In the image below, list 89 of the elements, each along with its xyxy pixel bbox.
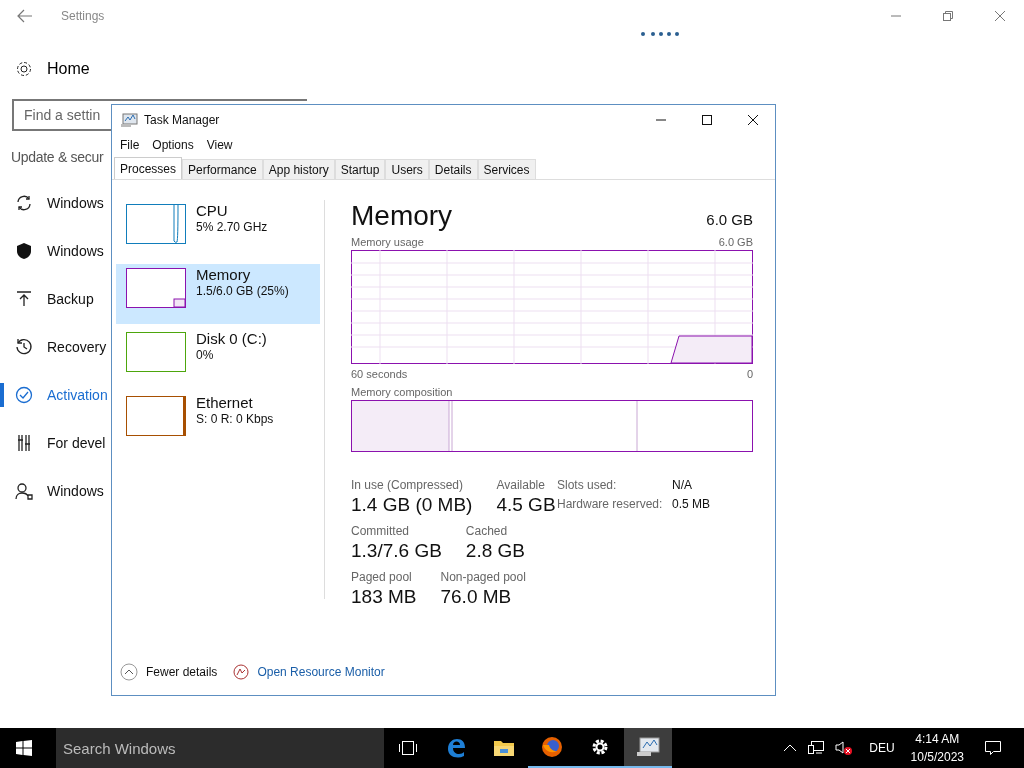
resource-detail: 5% 2.70 GHz <box>196 220 268 234</box>
resource-monitor-link[interactable]: Open Resource Monitor <box>257 665 385 679</box>
stat-label: Available <box>496 478 546 492</box>
volume-muted-icon[interactable] <box>835 740 854 756</box>
stat-value: 4.5 GB <box>496 494 556 516</box>
nav-item[interactable]: For devel <box>15 419 106 467</box>
stat-value: 76.0 MB <box>440 586 513 608</box>
stat-value: 1.3/7.6 GB <box>351 540 442 562</box>
resource-detail: S: 0 R: 0 Kbps <box>196 412 274 426</box>
notification-icon[interactable] <box>984 739 1002 757</box>
stat-label: In use (Compressed) <box>351 478 465 492</box>
stat-value: N/A <box>672 478 693 493</box>
stat-label: Non-paged pool <box>440 570 526 584</box>
language-indicator[interactable]: DEU <box>869 741 895 755</box>
nav-item[interactable]: Windows <box>15 227 104 275</box>
panel-title: Memory <box>351 200 453 232</box>
menu-item[interactable]: File <box>120 138 140 152</box>
shield-icon <box>15 242 33 260</box>
capacity-label: 6.0 GB <box>706 211 753 228</box>
stat-value: 183 MB <box>351 586 417 608</box>
window-title: Task Manager <box>144 113 220 127</box>
check-circle-icon <box>15 386 33 404</box>
resource-name: Disk 0 (C:) <box>196 330 267 347</box>
folder-icon <box>493 738 515 758</box>
resource-name: Memory <box>196 266 252 283</box>
person-icon <box>15 482 33 500</box>
stat-label: Cached <box>465 524 509 538</box>
back-arrow-icon[interactable] <box>17 9 33 23</box>
tab[interactable]: Details <box>428 159 478 179</box>
search-field[interactable]: Find a settin <box>12 99 111 131</box>
tab[interactable]: Processes <box>114 157 183 179</box>
tab[interactable]: Startup <box>334 159 386 179</box>
history-icon <box>15 338 33 356</box>
stat-label: Committed <box>351 524 410 538</box>
resource-item[interactable]: Memory 1.5/6.0 GB (25%) <box>116 264 320 324</box>
task-manager-icon <box>120 112 138 128</box>
axis-label: 60 seconds <box>351 368 408 380</box>
tab[interactable]: Services <box>477 159 536 179</box>
chevron-up-icon[interactable] <box>783 744 798 752</box>
resource-name: CPU <box>196 202 229 219</box>
graph-max-label: 6.0 GB <box>718 236 753 248</box>
windows-logo-icon[interactable] <box>16 740 32 756</box>
resource-item[interactable]: Disk 0 (C:) 0% <box>116 328 320 388</box>
nav-item[interactable]: Recovery <box>15 323 107 371</box>
graph-label: Memory usage <box>351 236 424 248</box>
axis-label: 0 <box>746 368 753 380</box>
tab[interactable]: App history <box>262 159 335 179</box>
task-manager-icon <box>636 737 660 757</box>
clock[interactable]: 4:14 AM 10/5/2023 <box>910 730 964 766</box>
fox-globe-icon <box>541 736 563 758</box>
stat-value: 1.4 GB (0 MB) <box>351 494 473 516</box>
stat-label: Paged pool <box>351 570 413 584</box>
restore-icon[interactable] <box>942 10 954 22</box>
gear-icon <box>590 737 610 757</box>
close-icon[interactable] <box>747 114 759 126</box>
maximize-icon[interactable] <box>701 114 713 126</box>
home-link[interactable]: Home <box>15 51 1012 87</box>
stat-label: Slots used: <box>557 478 618 493</box>
menu-item[interactable]: Options <box>152 138 194 152</box>
tab[interactable]: Performance <box>182 159 263 179</box>
tools-icon <box>15 434 33 452</box>
tab[interactable]: Users <box>385 159 429 179</box>
settings-icon <box>15 60 33 78</box>
resource-item[interactable]: CPU 5% 2.70 GHz <box>116 200 320 260</box>
resource-item[interactable]: Ethernet S: 0 R: 0 Kbps <box>116 392 320 452</box>
upload-arrow-icon <box>15 290 33 308</box>
resource-monitor-icon <box>233 664 250 680</box>
stat-label: Hardware reserved: <box>557 497 664 512</box>
stat-value: 0.5 MB <box>672 497 710 512</box>
nav-item[interactable]: Backup <box>15 275 94 323</box>
nav-item[interactable]: Windows <box>15 467 104 515</box>
network-icon[interactable] <box>807 740 826 756</box>
loading-dots-icon <box>640 31 680 37</box>
nav-item[interactable]: Windows <box>15 179 104 227</box>
graph-label: Memory composition <box>351 386 453 398</box>
task-view-icon <box>398 740 418 756</box>
taskbar-button[interactable] <box>624 728 672 768</box>
fewer-details-link[interactable]: Fewer details <box>146 665 218 679</box>
resource-detail: 1.5/6.0 GB (25%) <box>196 284 289 298</box>
stat-value: 2.8 GB <box>465 540 525 562</box>
collapse-icon[interactable] <box>120 663 138 681</box>
resource-detail: 0% <box>196 348 215 362</box>
section-heading: Update & secur <box>11 149 104 165</box>
search-field[interactable]: Search Windows <box>56 728 384 768</box>
browser-e-icon <box>445 737 467 759</box>
sync-icon <box>15 194 33 212</box>
resource-name: Ethernet <box>196 394 254 411</box>
menu-item[interactable]: View <box>206 138 233 152</box>
window-title: Settings <box>61 9 105 23</box>
